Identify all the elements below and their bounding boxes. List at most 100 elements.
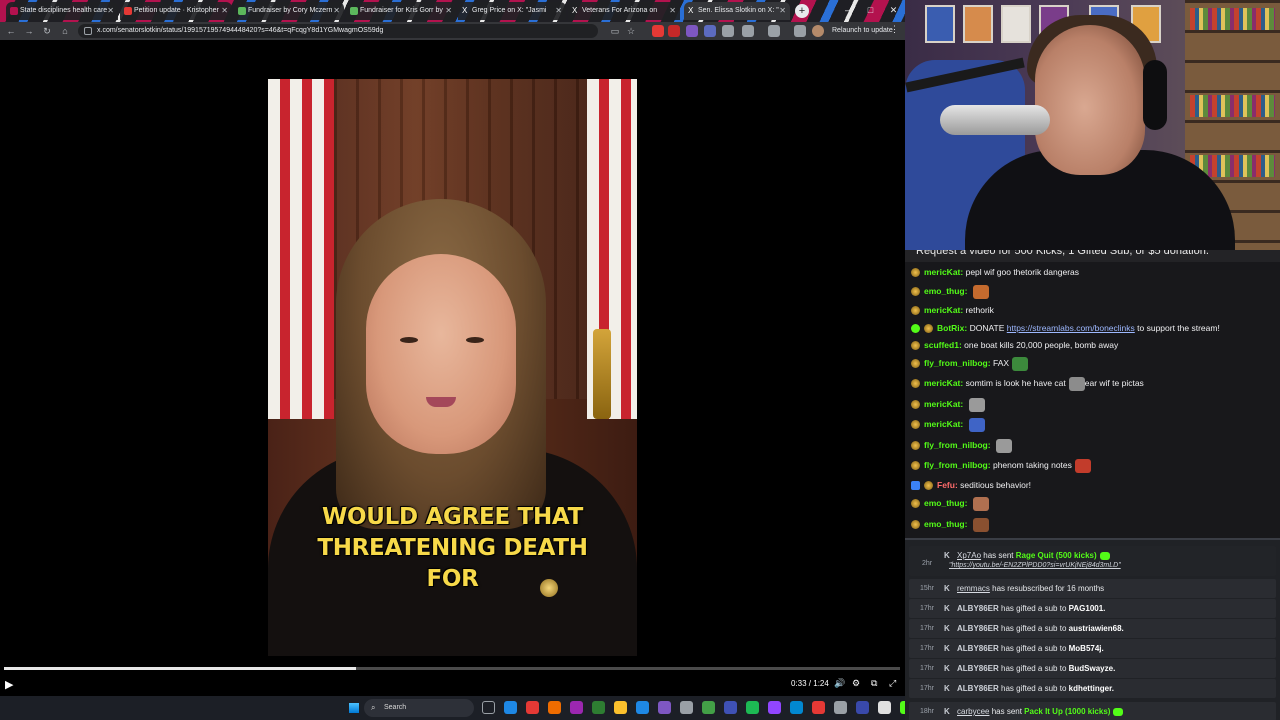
event-username[interactable]: carbycee — [957, 707, 989, 716]
extensions-puzzle-icon[interactable] — [742, 25, 754, 37]
cast-icon[interactable]: ▭ — [608, 24, 622, 38]
extension-icon[interactable] — [686, 25, 698, 37]
chat-username[interactable]: Fefu — [937, 480, 955, 490]
side-panel-icon[interactable] — [768, 25, 780, 37]
tab-petition[interactable]: Petition update · Kristopher ✕ — [120, 2, 232, 20]
chat-username[interactable]: mericKat — [924, 399, 960, 409]
settings-gear-icon[interactable]: ⚙ — [852, 678, 860, 689]
relaunch-to-update-button[interactable]: Relaunch to update — [832, 25, 893, 37]
chat-username[interactable]: emo_thug — [924, 286, 965, 296]
event-text: ALBY86ER has gifted a sub to austriawien… — [957, 619, 1124, 638]
chat-username[interactable]: emo_thug — [924, 498, 965, 508]
taskbar-app-icon[interactable] — [548, 701, 561, 714]
event-username[interactable]: ALBY86ER — [957, 644, 999, 653]
tab-fundraiser-cory[interactable]: Fundraiser by Cory Mczern ✕ — [234, 2, 344, 20]
video-frame[interactable]: WOULD AGREE THAT THREATENING DEATH FOR — [268, 79, 637, 656]
chat-username[interactable]: fly_from_nilbog — [924, 460, 988, 470]
taskbar-app-icon[interactable] — [680, 701, 693, 714]
taskbar-app-icon[interactable] — [570, 701, 583, 714]
event-target-user[interactable]: kdhettinger. — [1069, 684, 1114, 693]
taskbar-app-icon[interactable] — [768, 701, 781, 714]
tab-greg-price[interactable]: X Greg Price on X: "Jasmi ✕ — [458, 2, 566, 20]
taskbar-app-icon[interactable] — [790, 701, 803, 714]
event-target-user[interactable]: austriawien68. — [1069, 624, 1124, 633]
tab-close-icon[interactable]: ✕ — [445, 2, 452, 20]
tab-fundraiser-kris[interactable]: Fundraiser for Kris Gorr by ✕ — [346, 2, 456, 20]
forward-button[interactable]: → — [22, 24, 36, 38]
bookmark-star-icon[interactable]: ☆ — [624, 24, 638, 38]
taskbar-app-icon[interactable] — [636, 701, 649, 714]
tab-slotkin[interactable]: X Sen. Elissa Slotkin on X: " ✕ — [684, 2, 790, 20]
event-target-user[interactable]: BudSwayze. — [1069, 664, 1116, 673]
taskbar-search[interactable]: ⌕ Search — [364, 699, 474, 717]
chat-username[interactable]: BotRix — [937, 323, 964, 333]
event-username[interactable]: ALBY86ER — [957, 684, 999, 693]
chat-username[interactable]: mericKat — [924, 305, 960, 315]
video-player[interactable]: WOULD AGREE THAT THREATENING DEATH FOR ▶… — [0, 40, 905, 696]
tab-health-care[interactable]: State disciplines health care ✕ — [6, 2, 118, 20]
event-username[interactable]: ALBY86ER — [957, 624, 999, 633]
play-button[interactable]: ▶ — [5, 678, 13, 691]
reload-button[interactable]: ↻ — [40, 24, 54, 38]
chat-link[interactable]: https://streamlabs.com/boneclinks — [1007, 323, 1135, 333]
event-target-user[interactable]: MoB574j. — [1069, 644, 1104, 653]
taskbar-app-icon[interactable] — [702, 701, 715, 714]
taskbar-app-icon[interactable] — [812, 701, 825, 714]
taskbar-app-icon[interactable] — [658, 701, 671, 714]
volume-icon[interactable]: 🔊 — [834, 678, 845, 689]
chat-username[interactable]: fly_from_nilbog — [924, 440, 988, 450]
taskbar-app-icon[interactable] — [482, 701, 495, 714]
fullscreen-icon[interactable]: ⤢ — [889, 678, 896, 689]
address-bar[interactable]: x.com/senatorslotkin/status/199157195749… — [78, 24, 598, 38]
tab-close-icon[interactable]: ✕ — [555, 2, 562, 20]
event-username[interactable]: ALBY86ER — [957, 664, 999, 673]
minimize-button[interactable]: – — [836, 0, 859, 22]
taskbar-app-icon[interactable] — [746, 701, 759, 714]
profile-avatar[interactable] — [812, 25, 824, 37]
extension-icon[interactable] — [704, 25, 716, 37]
new-tab-button[interactable]: + — [795, 4, 809, 18]
chat-username[interactable]: scuffed1 — [924, 340, 959, 350]
extension-icon[interactable] — [668, 25, 680, 37]
home-button[interactable]: ⌂ — [58, 24, 72, 38]
back-button[interactable]: ← — [4, 24, 18, 38]
close-window-button[interactable]: ✕ — [882, 0, 905, 22]
chat-username[interactable]: mericKat — [924, 267, 960, 277]
event-link[interactable]: "https://youtu.be/-EN2ZPlPDD0?si=vrUKjNE… — [949, 562, 1121, 569]
video-time: 0:33 / 1:24 — [791, 679, 829, 688]
tab-close-icon[interactable]: ✕ — [779, 2, 786, 20]
picture-in-picture-icon[interactable]: ⧉ — [871, 678, 877, 689]
event-username[interactable]: ALBY86ER — [957, 604, 999, 613]
site-info-icon[interactable] — [84, 27, 92, 35]
browser-menu-icon[interactable]: ⋮ — [890, 24, 899, 35]
taskbar-app-icon[interactable] — [834, 701, 847, 714]
extension-icon[interactable] — [794, 25, 806, 37]
extension-icon[interactable] — [722, 25, 734, 37]
tab-close-icon[interactable]: ✕ — [669, 2, 676, 20]
tab-close-icon[interactable]: ✕ — [221, 2, 228, 20]
taskbar-app-icon[interactable] — [856, 701, 869, 714]
tab-close-icon[interactable]: ✕ — [107, 2, 114, 20]
chat-username[interactable]: mericKat — [924, 419, 960, 429]
event-username[interactable]: Xp7Ao — [957, 551, 981, 560]
taskbar-app-icon[interactable] — [878, 701, 891, 714]
windows-start-icon[interactable] — [348, 702, 360, 714]
live-chat: Request a video for 500 Kicks, 1 Gifted … — [905, 250, 1280, 538]
chat-username[interactable]: emo_thug — [924, 519, 965, 529]
taskbar-app-icon[interactable] — [592, 701, 605, 714]
chat-message: fly_from_nilbog: phenom taking notes — [911, 456, 1091, 474]
video-progress-bar[interactable] — [4, 667, 900, 670]
event-username[interactable]: remmacs — [957, 584, 990, 593]
taskbar-app-icon[interactable] — [504, 701, 517, 714]
taskbar-app-icon[interactable] — [614, 701, 627, 714]
maximize-button[interactable]: □ — [859, 0, 882, 22]
tab-close-icon[interactable]: ✕ — [333, 2, 340, 20]
tab-veterans[interactable]: X Veterans For Arizona on ✕ — [568, 2, 680, 20]
taskbar-app-icon[interactable] — [526, 701, 539, 714]
chat-text: one boat kills 20,000 people, bomb away — [964, 340, 1119, 350]
chat-username[interactable]: mericKat — [924, 378, 960, 388]
event-target-user[interactable]: PAG1001. — [1069, 604, 1106, 613]
extension-icon[interactable] — [652, 25, 664, 37]
chat-username[interactable]: fly_from_nilbog — [924, 358, 988, 368]
taskbar-app-icon[interactable] — [724, 701, 737, 714]
